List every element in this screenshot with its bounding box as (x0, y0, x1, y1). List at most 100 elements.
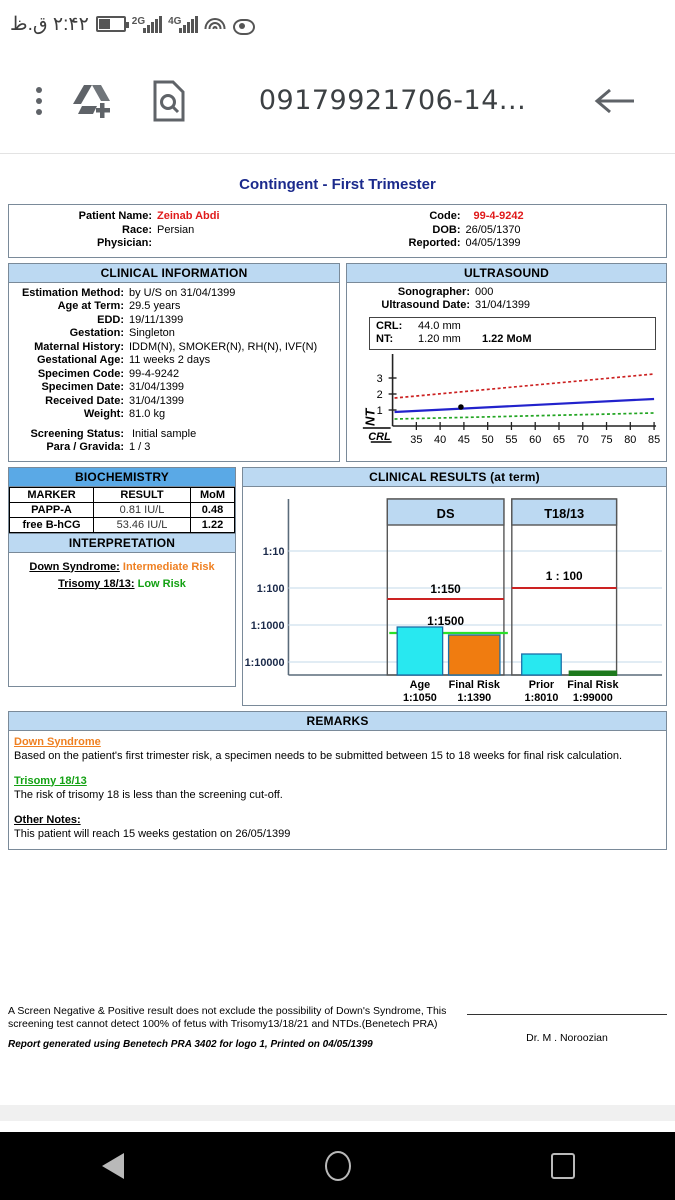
remark-text: Based on the patient's first trimester r… (14, 749, 623, 762)
report-footer: A Screen Negative & Positive result does… (8, 1005, 667, 1051)
ci-label: Gestation: (69, 327, 124, 339)
table-row: free B-hCG 53.46 IU/L 1.22 (9, 516, 235, 533)
signal-4g-icon: 4G (168, 15, 199, 33)
interpretation-body: Down Syndrome: Intermediate Risk Trisomy… (9, 553, 235, 601)
ci-value: 11 weeks 2 days (129, 354, 211, 366)
crl-label: CRL: (376, 319, 403, 332)
status-time: ۲:۴۲ ق.ظ (10, 13, 89, 35)
nav-recents-button[interactable] (451, 1153, 674, 1179)
col-marker: MARKER (9, 486, 94, 503)
svg-text:70: 70 (577, 433, 589, 445)
nt-measure-box: CRL: 44.0 mm NT: 1.20 mm 1.22 MoM (369, 316, 656, 350)
svg-text:75: 75 (600, 433, 612, 445)
more-options-icon[interactable] (26, 86, 52, 115)
ci-value: Initial sample (132, 427, 197, 440)
remark-title: Trisomy 18/13 (14, 774, 87, 787)
marker-mom: 1.22 (190, 516, 235, 533)
report-title: Contingent - First Trimester (239, 176, 436, 193)
svg-text:3: 3 (377, 372, 383, 384)
info-ultrasound-row: CLINICAL INFORMATION Estimation Method: b… (8, 262, 667, 462)
home-circle-icon (324, 1151, 351, 1181)
svg-text:1:10: 1:10 (263, 545, 285, 557)
nt-mom-value: 1.22 MoM (482, 333, 532, 345)
remarks-heading: REMARKS (9, 711, 666, 731)
ci-value: Singleton (129, 327, 175, 339)
ci-value: IDDM(N), SMOKER(N), RH(N), IVF(N) (129, 340, 318, 353)
remark-title: Other Notes: (14, 813, 81, 826)
ci-value: by U/S on 31/04/1399 (129, 286, 236, 299)
biochemistry-heading: BIOCHEMISTRY (9, 467, 235, 487)
clinical-results-panel: CLINICAL RESULTS (at term) 1:10 1:100 1:… (242, 466, 667, 706)
svg-text:1:150: 1:150 (430, 581, 461, 595)
biochem-column: BIOCHEMISTRY MARKER RESULT MoM PAPP-A 0.… (8, 466, 236, 687)
ci-value: 99-4-9242 (129, 367, 180, 380)
svg-text:50: 50 (482, 433, 494, 445)
svg-text:2: 2 (377, 388, 383, 400)
phone-screen: ۲:۴۲ ق.ظ 2G 4G 09179921706-14... Conting… (0, 0, 675, 1200)
svg-text:40: 40 (434, 433, 446, 445)
ultrasound-heading: ULTRASOUND (347, 263, 666, 283)
ci-value: 31/04/1399 (129, 394, 185, 407)
back-arrow-icon[interactable] (579, 86, 649, 116)
clinical-information-heading: CLINICAL INFORMATION (9, 263, 339, 283)
svg-text:Prior: Prior (529, 678, 555, 690)
ci-value: 19/11/1399 (129, 313, 184, 326)
svg-text:CRL: CRL (368, 430, 391, 442)
remark-text: The risk of trisomy 18 is less than the … (14, 788, 283, 801)
ci-value: 1 / 3 (129, 441, 151, 453)
svg-text:1:1500: 1:1500 (427, 613, 464, 627)
remark-title: Down Syndrome (14, 735, 101, 748)
add-to-drive-icon[interactable] (52, 81, 132, 121)
footer-signature-block: Dr. M . Noroozian (467, 1005, 667, 1044)
ds-label: Down Syndrome: (29, 560, 120, 573)
biochemistry-panel: BIOCHEMISTRY MARKER RESULT MoM PAPP-A 0.… (8, 466, 236, 534)
clinical-results-chart: 1:10 1:100 1:1000 1:10000 DS T18/13 1:15… (243, 486, 666, 705)
interpretation-panel: INTERPRETATION Down Syndrome: Intermedia… (8, 533, 236, 687)
svg-text:DS: DS (437, 505, 455, 520)
footer-left: A Screen Negative & Positive result does… (8, 1005, 467, 1051)
reported-label: Reported: (408, 237, 461, 249)
marker-name: free B-hCG (9, 516, 94, 533)
remarks-body: Down Syndrome Based on the patient's fir… (9, 731, 666, 849)
nav-home-button[interactable] (226, 1151, 449, 1181)
ultrasound-date-value: 31/04/1399 (475, 299, 531, 311)
ultrasound-body: Sonographer: 000 Ultrasound Date: 31/04/13… (347, 283, 666, 454)
marker-name: PAPP-A (9, 501, 94, 518)
svg-text:1 : 100: 1 : 100 (546, 568, 583, 582)
page-title: 09179921706-14... (258, 85, 527, 116)
svg-text:60: 60 (529, 433, 541, 445)
back-triangle-icon (101, 1153, 124, 1179)
ci-label: Specimen Code: (37, 367, 124, 380)
signature-line (467, 1013, 667, 1015)
footer-disclaimer: A Screen Negative & Positive result does… (8, 1004, 447, 1030)
clinical-information-body: Estimation Method: by U/S on 31/04/1399 A… (9, 283, 339, 461)
svg-text:NT: NT (363, 407, 378, 425)
clinical-information-panel: CLINICAL INFORMATION Estimation Method: b… (8, 262, 340, 462)
signature-name: Dr. M . Noroozian (526, 1031, 608, 1044)
wifi-icon (204, 16, 226, 33)
t1813-label: Trisomy 18/13: (58, 577, 135, 590)
status-bar: ۲:۴۲ ق.ظ 2G 4G (0, 0, 675, 48)
page-end-band (0, 1105, 675, 1121)
svg-text:Final Risk: Final Risk (567, 678, 619, 690)
ci-label: EDD: (97, 313, 124, 326)
svg-text:Final Risk: Final Risk (449, 678, 501, 690)
svg-text:35: 35 (410, 433, 422, 445)
nav-back-button[interactable] (1, 1153, 224, 1179)
svg-text:Age: Age (410, 678, 431, 690)
svg-text:80: 80 (624, 433, 636, 445)
clinical-results-heading: CLINICAL RESULTS (at term) (243, 467, 666, 487)
android-nav-bar (0, 1132, 675, 1200)
eye-icon (232, 16, 256, 35)
biochem-results-row: BIOCHEMISTRY MARKER RESULT MoM PAPP-A 0.… (8, 466, 667, 706)
signal-2g-icon: 2G (132, 15, 163, 33)
svg-text:1:10000: 1:10000 (245, 656, 285, 668)
marker-result: 53.46 IU/L (93, 516, 191, 533)
nt-label: NT: (376, 333, 394, 345)
sonographer-label: Sonographer: (397, 285, 470, 298)
svg-text:55: 55 (505, 433, 517, 445)
ci-value: 29.5 years (129, 300, 181, 312)
ci-label: Para / Gravida: (46, 441, 124, 453)
ci-value: 81.0 kg (129, 408, 166, 420)
search-document-icon[interactable] (132, 80, 206, 122)
